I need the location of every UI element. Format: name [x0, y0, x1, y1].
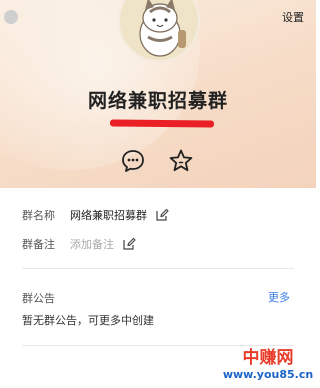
edit-icon[interactable]: [155, 208, 169, 222]
watermark-url: www.you85.cn: [222, 368, 314, 381]
group-remark-label: 群备注: [22, 238, 55, 251]
edit-icon[interactable]: [122, 237, 136, 251]
group-name-label: 群名称: [22, 209, 55, 222]
star-icon: [169, 149, 193, 172]
section-divider: [22, 345, 294, 346]
site-watermark: 中赚网 www.you85.cn: [222, 348, 314, 382]
watermark-brand: 中赚网: [242, 348, 294, 368]
group-name-value: 网络兼职招募群: [70, 209, 147, 222]
notice-more-link[interactable]: 更多: [268, 289, 290, 305]
group-remark-row[interactable]: 群备注 添加备注: [22, 236, 136, 252]
group-notice-label: 群公告: [22, 292, 55, 305]
redaction-mark: [109, 119, 215, 128]
settings-button[interactable]: 设置: [282, 9, 304, 25]
section-divider: [22, 268, 294, 269]
group-title: 网络兼职招募群: [87, 90, 228, 112]
status-dot: [4, 10, 18, 24]
favorite-button[interactable]: [168, 148, 194, 174]
group-header: 设置 网络兼职招募群: [0, 0, 316, 188]
group-notice-header: 群公告: [22, 290, 70, 306]
group-remark-placeholder[interactable]: 添加备注: [70, 236, 114, 252]
cat-avatar-icon: [120, 0, 198, 60]
chat-bubble-icon: [122, 150, 144, 172]
chat-button[interactable]: [120, 148, 146, 174]
group-name-row[interactable]: 群名称 网络兼职招募群: [22, 207, 169, 223]
group-notice-text: 暂无群公告，可更多中创建: [22, 314, 154, 327]
